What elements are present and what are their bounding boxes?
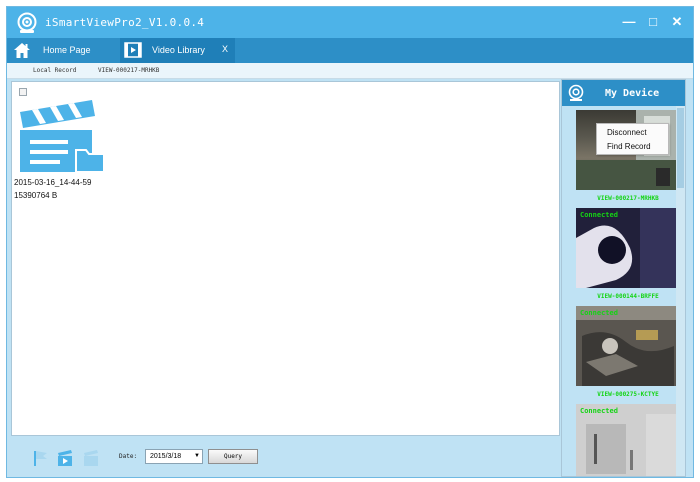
date-label: Date: xyxy=(119,453,138,460)
tab-home-page[interactable]: Home Page xyxy=(7,38,120,63)
app-window: iSmartViewPro2_V1.0.0.4 — □ ✕ Home Page … xyxy=(6,6,694,478)
record-size: 15390764 B xyxy=(14,191,58,200)
video-library-icon xyxy=(124,42,142,58)
window-title: iSmartViewPro2_V1.0.0.4 xyxy=(45,16,205,29)
tab-video-label: Video Library xyxy=(152,45,205,55)
home-icon xyxy=(14,43,30,58)
breadcrumb-device-id[interactable]: VIEW-000217-MRHKB xyxy=(98,67,159,74)
tab-video-library[interactable]: Video Library X xyxy=(120,38,235,63)
device-panel-title: My Device xyxy=(605,88,660,99)
query-button[interactable]: Query xyxy=(208,449,258,464)
close-button[interactable]: ✕ xyxy=(668,13,686,31)
tab-home-label: Home Page xyxy=(43,45,91,55)
flag-icon[interactable] xyxy=(31,449,49,467)
device-id-label: VIEW-000217-MRHKB xyxy=(576,192,680,204)
camera-logo-icon xyxy=(17,12,37,33)
device-list-scrollbar[interactable] xyxy=(676,106,685,476)
breadcrumb: Local Record VIEW-000217-MRHKB xyxy=(7,63,693,79)
camera-icon xyxy=(568,84,584,101)
device-id-label: VIEW-000275-KCTYE xyxy=(576,388,680,400)
clapperboard-icon[interactable] xyxy=(18,98,108,174)
camera-feed-image xyxy=(576,306,680,386)
device-id-label: VIEW-000144-BRFFE xyxy=(576,290,680,302)
device-list: VIEW-000217-MRHKB Connected VIEW-000144-… xyxy=(562,106,685,476)
device-status: Connected xyxy=(580,407,618,415)
device-status: Connected xyxy=(580,309,618,317)
tab-bar: Home Page Video Library X xyxy=(7,38,693,63)
bottom-toolbar: Date: 2015/3/18 ▼ Query xyxy=(11,437,560,477)
play-video-icon[interactable] xyxy=(57,449,75,467)
date-picker[interactable]: 2015/3/18 ▼ xyxy=(145,449,203,464)
menu-item-disconnect[interactable]: Disconnect xyxy=(607,128,647,137)
delete-video-icon[interactable] xyxy=(83,449,101,467)
device-thumbnail[interactable]: Connected xyxy=(576,208,680,288)
record-list-area: 2015-03-16_14-44-59 15390764 B xyxy=(11,81,560,436)
date-value: 2015/3/18 xyxy=(150,453,182,460)
menu-item-find-record[interactable]: Find Record xyxy=(607,142,651,151)
dropdown-arrow-icon[interactable]: ▼ xyxy=(194,453,200,459)
local-record-link[interactable]: Local Record xyxy=(33,67,76,74)
device-status: Connected xyxy=(580,211,618,219)
context-menu: Disconnect Find Record xyxy=(596,123,669,155)
device-thumbnail[interactable]: Connected xyxy=(576,306,680,386)
minimize-button[interactable]: — xyxy=(620,13,638,31)
scrollbar-thumb[interactable] xyxy=(677,108,684,188)
record-checkbox[interactable] xyxy=(19,88,27,96)
device-panel-header: My Device xyxy=(562,80,685,106)
tab-close-button[interactable]: X xyxy=(222,44,228,54)
maximize-button[interactable]: □ xyxy=(644,13,662,31)
camera-feed-image xyxy=(576,208,680,288)
record-name[interactable]: 2015-03-16_14-44-59 xyxy=(14,178,91,187)
title-bar[interactable]: iSmartViewPro2_V1.0.0.4 — □ ✕ xyxy=(7,7,693,38)
device-thumbnail[interactable]: Connected xyxy=(576,404,680,476)
